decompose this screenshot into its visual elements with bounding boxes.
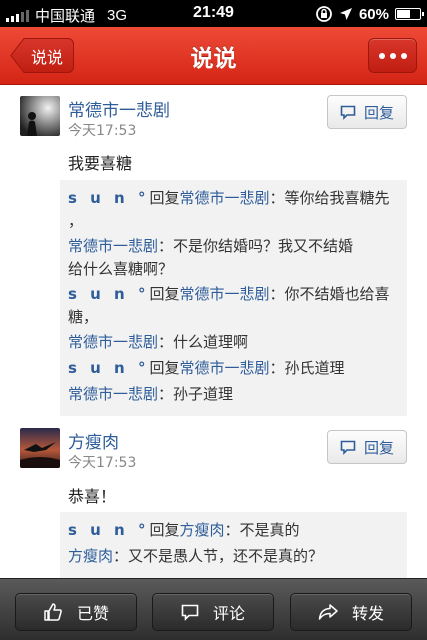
more-button[interactable] (368, 38, 417, 73)
reply-button[interactable]: 回复 (327, 430, 407, 464)
post: 方瘦肉 今天17:53 回复 恭喜！ s u n °回复方瘦肉：不是真的 方瘦肉… (0, 424, 427, 578)
post-time: 今天17:53 (68, 455, 137, 471)
feed-content: 常德市一悲剧 今天17:53 回复 我要喜糖 s u n °回复常德市一悲剧：等… (0, 86, 427, 578)
comment-button[interactable]: 评论 (152, 593, 274, 631)
comment-icon (181, 604, 199, 621)
like-button[interactable]: 已赞 (15, 593, 137, 631)
post-username[interactable]: 常德市一悲剧 (68, 96, 170, 121)
comment-item[interactable]: s u n °回复方瘦肉：不是真的 (68, 518, 300, 543)
comment-item[interactable]: 常德市一悲剧：孙子道理 (68, 382, 233, 407)
comment-item[interactable]: s u n °回复常德市一悲剧：孙氏道理 (68, 356, 345, 381)
post-text: 我要喜糖 (68, 154, 133, 173)
status-bar: 中国联通 3G 21:49 60% (0, 0, 427, 27)
comment-icon (340, 440, 356, 455)
comment-item[interactable]: s u n °回复常德市一悲剧：等你给我喜糖先 (68, 186, 390, 211)
rotation-lock-icon (316, 6, 332, 22)
bottom-toolbar: 已赞 评论 转发 (0, 578, 427, 640)
comment-item-continuation: ， (68, 212, 84, 230)
comment-list: s u n °回复常德市一悲剧：等你给我喜糖先 ， 常德市一悲剧：不是你结婚吗？… (60, 180, 407, 416)
share-button-label: 转发 (351, 604, 384, 623)
ellipsis-icon (378, 52, 385, 59)
comment-button-label: 评论 (212, 604, 245, 623)
comment-list: s u n °回复方瘦肉：不是真的 方瘦肉：又不是愚人节，还不是真的？ (60, 512, 407, 578)
thumbs-up-icon (44, 603, 62, 621)
share-button[interactable]: 转发 (290, 593, 412, 631)
post-username[interactable]: 方瘦肉 (68, 428, 119, 453)
comment-item[interactable]: 常德市一悲剧：什么道理啊 (68, 330, 248, 355)
reply-button-label: 回复 (363, 438, 394, 457)
like-button-label: 已赞 (76, 604, 109, 623)
avatar[interactable] (20, 96, 60, 136)
post-time: 今天17:53 (68, 123, 137, 139)
reply-button[interactable]: 回复 (327, 95, 407, 129)
reply-button-label: 回复 (363, 103, 394, 122)
comment-item-continuation: 给什么喜糖啊？ (68, 260, 174, 278)
battery-percent: 60% (358, 5, 389, 23)
page-title: 说说 (190, 46, 237, 72)
share-arrow-icon (318, 604, 338, 620)
navigation-bar: 说说 说说 (0, 27, 427, 85)
avatar[interactable] (20, 428, 60, 468)
comment-icon (340, 105, 356, 120)
location-arrow-icon (339, 8, 352, 20)
comment-item[interactable]: 常德市一悲剧：不是你结婚吗？我又不结婚 (68, 234, 353, 259)
post-text: 恭喜！ (68, 487, 117, 506)
comment-item-continuation: 糖， (68, 308, 99, 326)
comment-item[interactable]: s u n °回复常德市一悲剧：你不结婚也给喜 (68, 282, 390, 307)
post: 常德市一悲剧 今天17:53 回复 我要喜糖 s u n °回复常德市一悲剧：等… (0, 86, 427, 416)
battery-icon (395, 8, 424, 20)
comment-item[interactable]: 方瘦肉：又不是愚人节，还不是真的？ (68, 544, 323, 569)
